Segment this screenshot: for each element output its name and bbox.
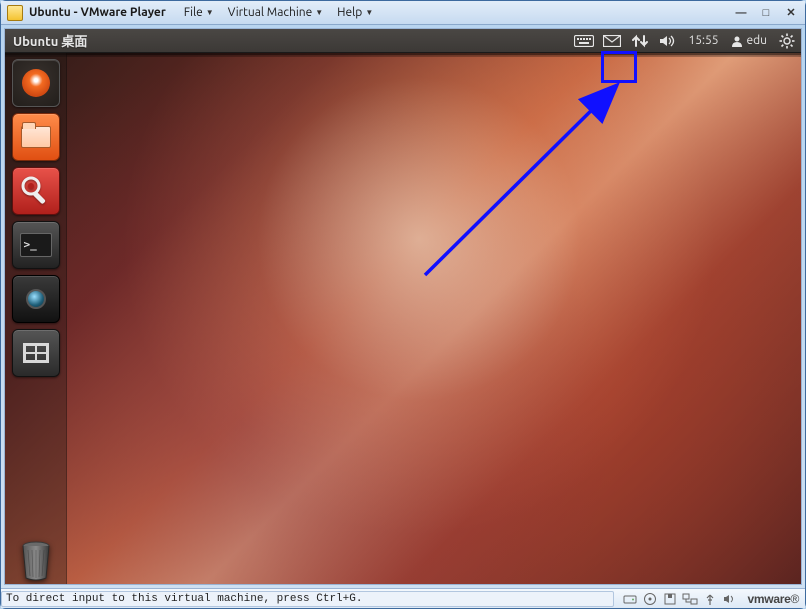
- statusbar-message: To direct input to this virtual machine,…: [1, 591, 614, 607]
- statusbar-floppy-icon[interactable]: [660, 592, 680, 606]
- launcher-terminal[interactable]: >_: [12, 221, 60, 269]
- lens-icon: [26, 289, 46, 309]
- statusbar-cd-icon[interactable]: [640, 592, 660, 606]
- ubuntu-desktop[interactable]: >_: [5, 53, 801, 584]
- workspace-grid-icon: [23, 343, 49, 363]
- vmware-window: Ubuntu - VMware Player File▼ Virtual Mac…: [0, 0, 806, 609]
- menu-help[interactable]: Help▼: [333, 6, 377, 19]
- ubuntu-menubar: Ubuntu 桌面 15:55 edu: [5, 29, 801, 53]
- wrench-gear-icon: [18, 173, 54, 209]
- menu-file[interactable]: File▼: [180, 6, 218, 19]
- terminal-icon: >_: [20, 233, 52, 257]
- launcher-trash[interactable]: [12, 536, 60, 584]
- chevron-down-icon: ▼: [206, 8, 214, 17]
- launcher-files[interactable]: [12, 113, 60, 161]
- vmware-titlebar: Ubuntu - VMware Player File▼ Virtual Mac…: [1, 1, 805, 25]
- clock[interactable]: 15:55: [682, 29, 724, 53]
- minimize-button[interactable]: —: [733, 6, 749, 20]
- unity-launcher: >_: [5, 53, 67, 584]
- statusbar-usb-icon[interactable]: [700, 592, 720, 606]
- volume-icon[interactable]: [654, 29, 682, 53]
- statusbar-hdd-icon[interactable]: [620, 593, 640, 605]
- keyboard-icon[interactable]: [570, 29, 598, 53]
- vmware-app-icon: [7, 5, 23, 21]
- power-cog-icon[interactable]: [773, 29, 801, 53]
- launcher-workspace-switcher[interactable]: [12, 329, 60, 377]
- session-user-label: edu: [747, 34, 768, 47]
- chevron-down-icon: ▼: [365, 8, 373, 17]
- folder-icon: [21, 126, 51, 148]
- mail-icon[interactable]: [598, 29, 626, 53]
- vmware-statusbar: To direct input to this virtual machine,…: [1, 588, 805, 608]
- chevron-down-icon: ▼: [315, 8, 323, 17]
- launcher-settings[interactable]: [12, 167, 60, 215]
- launcher-dash[interactable]: [12, 59, 60, 107]
- close-button[interactable]: ✕: [783, 6, 799, 20]
- vmware-brand: vmware®: [748, 593, 799, 605]
- annotation-arrow: [405, 75, 645, 295]
- clock-time: 15:55: [688, 34, 718, 47]
- statusbar-network-icon[interactable]: [680, 593, 700, 605]
- annotation-highlight-box: [601, 51, 637, 83]
- maximize-button[interactable]: □: [758, 6, 774, 20]
- menubar-title: Ubuntu 桌面: [13, 31, 87, 50]
- user-icon: [731, 35, 743, 47]
- network-icon[interactable]: [626, 29, 654, 53]
- menu-virtual-machine[interactable]: Virtual Machine▼: [224, 6, 327, 19]
- vm-content: Ubuntu 桌面 15:55 edu: [4, 28, 802, 585]
- trash-icon: [16, 538, 56, 582]
- session-user[interactable]: edu: [725, 29, 774, 53]
- statusbar-sound-icon[interactable]: [720, 593, 740, 605]
- launcher-camera[interactable]: [12, 275, 60, 323]
- vmware-title: Ubuntu - VMware Player: [29, 6, 166, 19]
